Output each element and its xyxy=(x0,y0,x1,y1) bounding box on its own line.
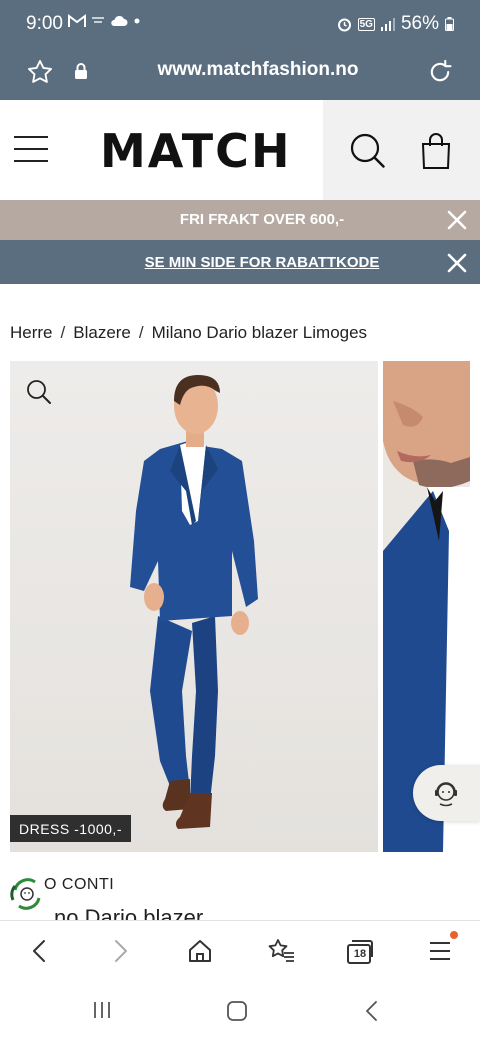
customer-service-chat-button[interactable] xyxy=(413,765,480,821)
home-icon[interactable] xyxy=(226,1000,248,1022)
forward-icon[interactable] xyxy=(108,937,132,965)
bookmark-star-icon[interactable] xyxy=(26,58,54,86)
back-icon[interactable] xyxy=(362,1000,382,1022)
battery-percent: 56% xyxy=(400,13,439,34)
signal-icon xyxy=(380,18,395,31)
site-logo[interactable]: MATCH xyxy=(100,124,291,178)
hamburger-menu-button[interactable] xyxy=(14,136,48,162)
site-header: MATCH xyxy=(0,100,480,200)
sustainability-icon xyxy=(10,878,43,910)
gmail-icon xyxy=(68,14,86,27)
breadcrumb-link-herre[interactable]: Herre xyxy=(10,323,53,343)
reload-icon[interactable] xyxy=(426,58,454,86)
menu-icon xyxy=(430,942,450,960)
android-navigation-bar xyxy=(0,980,480,1040)
network-type: 5G xyxy=(357,17,375,31)
status-time: 9:00 xyxy=(26,13,63,34)
shopping-bag-icon[interactable] xyxy=(420,132,452,170)
header-actions xyxy=(323,100,480,200)
discount-code-link[interactable]: SE MIN SIDE FOR RABATTKODE xyxy=(0,254,480,271)
dot-icon xyxy=(134,18,140,24)
free-shipping-banner: FRI FRAKT OVER 600,- xyxy=(0,200,480,240)
menu-button[interactable] xyxy=(428,931,458,968)
breadcrumb: Herre / Blazere / Milano Dario blazer Li… xyxy=(10,323,367,343)
support-agent-icon xyxy=(435,782,457,807)
status-indicators: 5G 56% xyxy=(337,13,454,35)
bookmarks-icon[interactable] xyxy=(266,937,296,965)
cloud-icon xyxy=(111,15,128,26)
product-image-main[interactable] xyxy=(10,361,378,852)
breadcrumb-link-blazere[interactable]: Blazere xyxy=(73,323,131,343)
product-brand: O CONTI xyxy=(44,876,115,893)
free-shipping-text: FRI FRAKT OVER 600,- xyxy=(179,211,345,228)
url-text[interactable]: www.matchfashion.no xyxy=(0,59,480,81)
breadcrumb-current: Milano Dario blazer Limoges xyxy=(151,323,368,342)
notification-dot-icon xyxy=(450,931,458,939)
browser-toolbar: 18 xyxy=(0,920,480,980)
tab-count: 18 xyxy=(353,948,367,960)
recents-icon[interactable] xyxy=(92,1000,112,1020)
status-bar: 9:00 5G 56% xyxy=(0,0,480,48)
browser-url-bar[interactable]: www.matchfashion.no xyxy=(0,48,480,100)
close-icon[interactable] xyxy=(446,209,468,231)
zoom-icon[interactable] xyxy=(26,379,52,405)
search-icon[interactable] xyxy=(349,132,387,170)
tabs-button[interactable]: 18 xyxy=(346,939,374,970)
lock-icon xyxy=(75,63,87,79)
close-icon[interactable] xyxy=(446,252,468,274)
alarm-icon xyxy=(337,18,351,31)
breadcrumb-separator: / xyxy=(138,323,144,342)
breadcrumb-separator: / xyxy=(60,323,66,342)
discount-badge: DRESS -1000,- xyxy=(10,815,131,842)
notification-icons xyxy=(68,14,140,28)
app-notification-icon xyxy=(92,17,104,23)
discount-code-banner: SE MIN SIDE FOR RABATTKODE xyxy=(0,240,480,284)
back-icon[interactable] xyxy=(28,937,52,965)
product-title: no Dario blazer xyxy=(54,905,204,921)
model-in-blue-suit-image xyxy=(10,361,378,852)
battery-icon xyxy=(445,17,454,31)
home-icon[interactable] xyxy=(186,937,214,965)
